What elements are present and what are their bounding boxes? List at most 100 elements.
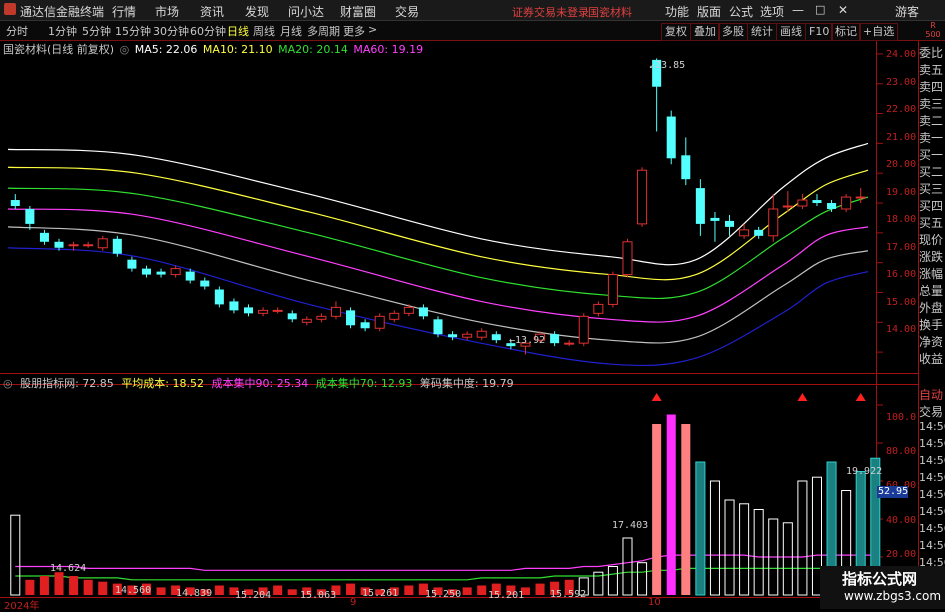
- indicator-bar: [287, 589, 297, 595]
- candle-body: [243, 307, 254, 314]
- side-item[interactable]: 委比: [919, 44, 945, 61]
- price-tick: 23.00: [886, 77, 917, 88]
- candle-body: [725, 220, 735, 227]
- ind-annotation: 15.261: [362, 588, 399, 599]
- side-item[interactable]: 收益: [919, 350, 945, 367]
- candle-body: [578, 315, 589, 344]
- indicator-bar: [83, 579, 93, 595]
- indicator-bar: [273, 585, 283, 595]
- ind-annotation: 19.922: [846, 466, 883, 477]
- side-item[interactable]: 买一: [919, 146, 945, 163]
- indicator-bar: [666, 414, 676, 595]
- candle-body: [360, 322, 370, 329]
- signal-triangle-icon: [797, 393, 808, 401]
- signal-triangle-icon: [651, 393, 662, 401]
- chart-canvas[interactable]: [0, 0, 945, 609]
- side-time-item: 14:56: [919, 488, 945, 501]
- side-trade-item[interactable]: 自动: [919, 386, 945, 403]
- indicator-bar: [739, 503, 750, 596]
- high-value: 23.85: [655, 60, 686, 71]
- side-item[interactable]: 卖一: [919, 129, 945, 146]
- candle-body: [170, 268, 181, 276]
- candle-body: [316, 315, 327, 320]
- ind-tick: 20.00: [886, 549, 917, 560]
- candle-body: [403, 306, 414, 314]
- price-tick: 14.00: [886, 324, 917, 335]
- ind-annotation: 17.403: [612, 520, 649, 531]
- price-tick: 21.00: [886, 132, 917, 143]
- side-item[interactable]: 卖三: [919, 95, 945, 112]
- indicator-bar: [724, 499, 735, 596]
- side-time-item: 14:56: [919, 522, 945, 535]
- indicator-bar: [39, 576, 49, 595]
- side-item[interactable]: 总量: [919, 282, 945, 299]
- side-item[interactable]: 换手: [919, 316, 945, 333]
- side-trade-item[interactable]: 交易: [919, 403, 945, 420]
- candle-body: [54, 241, 64, 248]
- candle-body: [272, 309, 283, 312]
- side-item[interactable]: 现价: [919, 231, 945, 248]
- side-item[interactable]: 买二: [919, 163, 945, 180]
- side-item[interactable]: 卖四: [919, 78, 945, 95]
- indicator-info: ◎ 股朋指标网: 72.85 平均成本: 18.52 成本集中90: 25.34…: [3, 375, 518, 391]
- candle-body: [666, 116, 676, 159]
- indicator-bar: [10, 514, 21, 596]
- candle-body: [564, 342, 575, 345]
- side-time-item: 14:56: [919, 454, 945, 467]
- candle-body: [782, 205, 793, 208]
- candle-body: [448, 334, 458, 338]
- indicator-name[interactable]: 股朋指标网: [20, 377, 75, 390]
- candle-body: [491, 334, 501, 341]
- indicator-bar: [607, 566, 618, 596]
- candle-body: [97, 238, 108, 249]
- indicator-bar: [652, 424, 662, 595]
- candle-body: [550, 334, 560, 344]
- side-item[interactable]: 外盘: [919, 299, 945, 316]
- indicator-bar: [404, 585, 414, 595]
- x-label-sep: 9: [350, 597, 357, 608]
- candle-body: [156, 271, 166, 275]
- indicator-bar: [25, 579, 35, 595]
- indicator-bar: [753, 509, 764, 596]
- candle-body: [433, 319, 443, 335]
- candle-body: [389, 312, 400, 320]
- chip-concentration: 筹码集中度: 19.79: [419, 377, 514, 390]
- candle-body: [141, 268, 151, 275]
- cost-conc-90: 成本集中90: 25.34: [211, 377, 309, 390]
- side-item[interactable]: 净资: [919, 333, 945, 350]
- candle-body: [476, 330, 487, 338]
- candle-body: [346, 310, 356, 326]
- candle-body: [768, 208, 779, 237]
- candle-body: [841, 196, 852, 210]
- candle-body: [185, 271, 195, 281]
- band-line-b2: [7, 166, 869, 281]
- side-time-item: 14:56: [919, 505, 945, 518]
- side-item[interactable]: 买四: [919, 197, 945, 214]
- band-line-b4: [7, 208, 869, 323]
- indicator-bar: [54, 572, 64, 595]
- indicator-settings-icon[interactable]: ◎: [3, 377, 13, 390]
- indicator-bar: [477, 585, 487, 595]
- ind-tick: 40.00: [886, 515, 917, 526]
- side-item[interactable]: 涨幅: [919, 265, 945, 282]
- side-item[interactable]: 买五: [919, 214, 945, 231]
- candle-body: [83, 244, 94, 247]
- candle-body: [301, 318, 312, 323]
- candle-body: [330, 306, 341, 317]
- side-item[interactable]: 卖五: [919, 61, 945, 78]
- candle-body: [418, 307, 428, 317]
- indicator-bar: [98, 581, 108, 595]
- candle-body: [10, 200, 20, 206]
- indicator-bar: [709, 480, 720, 596]
- candle-body: [229, 301, 239, 311]
- price-tick: 19.00: [886, 187, 917, 198]
- watermark-url: www.zbgs3.com: [844, 589, 942, 603]
- price-tick: 18.00: [886, 214, 917, 225]
- side-item[interactable]: 卖二: [919, 112, 945, 129]
- candle-body: [258, 309, 269, 314]
- indicator-value: : 72.85: [75, 377, 114, 390]
- side-item[interactable]: 买三: [919, 180, 945, 197]
- candle-body: [797, 199, 808, 207]
- side-item[interactable]: 涨跌: [919, 248, 945, 265]
- candle-body: [68, 244, 79, 247]
